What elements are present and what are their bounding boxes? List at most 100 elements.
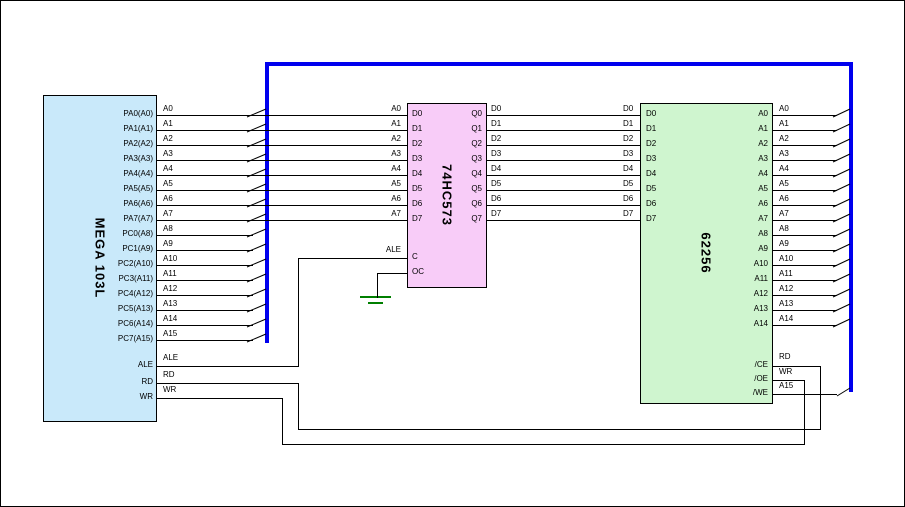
wire: [773, 130, 837, 131]
wire-label: A8: [779, 225, 789, 233]
pin-label: PC3(A11): [73, 275, 153, 283]
pin-label: D2: [646, 140, 656, 148]
wire-label: A2: [163, 135, 173, 143]
pin-label: PC2(A10): [73, 260, 153, 268]
pin-label: D5: [646, 185, 656, 193]
pin-label: PA1(A1): [73, 125, 153, 133]
wire: [377, 273, 408, 274]
pin-label: A3: [688, 155, 768, 163]
wire: [157, 250, 253, 251]
wire-label: D6: [623, 195, 633, 203]
wire-label: A13: [779, 300, 793, 308]
wire-label: ALE: [321, 246, 401, 254]
pin-label: A11: [688, 275, 768, 283]
pin-label: D0: [646, 110, 656, 118]
wire: [773, 220, 837, 221]
pin-label: A1: [688, 125, 768, 133]
wire: [487, 115, 640, 116]
wire: [487, 175, 640, 176]
wire-label: D2: [623, 135, 633, 143]
wire-label: A13: [163, 300, 177, 308]
wire-label: A11: [779, 270, 793, 278]
wire: [773, 310, 837, 311]
wire-label: A5: [163, 180, 173, 188]
wire-label: A0: [779, 105, 789, 113]
wire-label: A15: [779, 382, 793, 390]
pin-label: A13: [688, 305, 768, 313]
wire-label: A10: [163, 255, 177, 263]
wire: [157, 235, 253, 236]
wire-label: A6: [321, 195, 401, 203]
pin-label: A6: [688, 200, 768, 208]
pin-label: D6: [646, 200, 656, 208]
pin-label: WR: [73, 393, 153, 401]
wire-label: A1: [321, 120, 401, 128]
wire-label: A8: [163, 225, 173, 233]
pin-label: RD: [73, 378, 153, 386]
wire-label: A6: [163, 195, 173, 203]
pin-label: A4: [688, 170, 768, 178]
pin-label: Q3: [402, 155, 482, 163]
wire: [157, 325, 253, 326]
pin-label: /WE: [688, 389, 768, 397]
wire: [157, 310, 253, 311]
wire: [298, 383, 299, 430]
wire: [487, 130, 640, 131]
wire-label: WR: [779, 368, 792, 376]
pin-label: PC7(A15): [73, 335, 153, 343]
wire: [773, 235, 837, 236]
wire: [773, 394, 837, 395]
wire-label: D7: [491, 210, 501, 218]
wire: [487, 160, 640, 161]
wire: [820, 366, 821, 430]
wire-label: A7: [163, 210, 173, 218]
wire: [157, 205, 407, 206]
wire-label: A6: [779, 195, 789, 203]
wire-label: D1: [623, 120, 633, 128]
wire: [773, 205, 837, 206]
wire: [157, 295, 253, 296]
pin-label: PA0(A0): [73, 110, 153, 118]
pin-label: Q0: [402, 110, 482, 118]
pin-label: D4: [646, 170, 656, 178]
pin-label: PC1(A9): [73, 245, 153, 253]
wire-label: A5: [321, 180, 401, 188]
pin-label: Q2: [402, 140, 482, 148]
wire: [157, 340, 253, 341]
wire-label: A12: [779, 285, 793, 293]
pin-label: /CE: [688, 361, 768, 369]
wire-label: A15: [163, 330, 177, 338]
wire-label: A7: [779, 210, 789, 218]
pin-label: OC: [412, 268, 424, 276]
wire-label: A3: [163, 150, 173, 158]
wire: [773, 190, 837, 191]
wire: [157, 280, 253, 281]
pin-label: PC0(A8): [73, 230, 153, 238]
pin-label: PA7(A7): [73, 215, 153, 223]
wire: [487, 205, 640, 206]
pin-label: PA4(A4): [73, 170, 153, 178]
wire: [157, 398, 282, 399]
wire-label: D1: [491, 120, 501, 128]
wire-label: A0: [321, 105, 401, 113]
pin-label: A2: [688, 140, 768, 148]
wire-label: A2: [779, 135, 789, 143]
wire: [298, 258, 299, 367]
wire-label: D3: [491, 150, 501, 158]
wire: [157, 115, 407, 116]
wire-label: A4: [779, 165, 789, 173]
wire-label: D5: [623, 180, 633, 188]
wire-label: A9: [779, 240, 789, 248]
wire: [773, 175, 837, 176]
pin-label: A5: [688, 185, 768, 193]
wire-label: A11: [163, 270, 177, 278]
pin-label: D1: [646, 125, 656, 133]
pin-label: ALE: [73, 361, 153, 369]
wire-label: D4: [491, 165, 501, 173]
wire: [157, 145, 407, 146]
wire-label: A2: [321, 135, 401, 143]
pin-label: A8: [688, 230, 768, 238]
pin-label: A10: [688, 260, 768, 268]
wire: [773, 295, 837, 296]
wire: [157, 366, 299, 367]
